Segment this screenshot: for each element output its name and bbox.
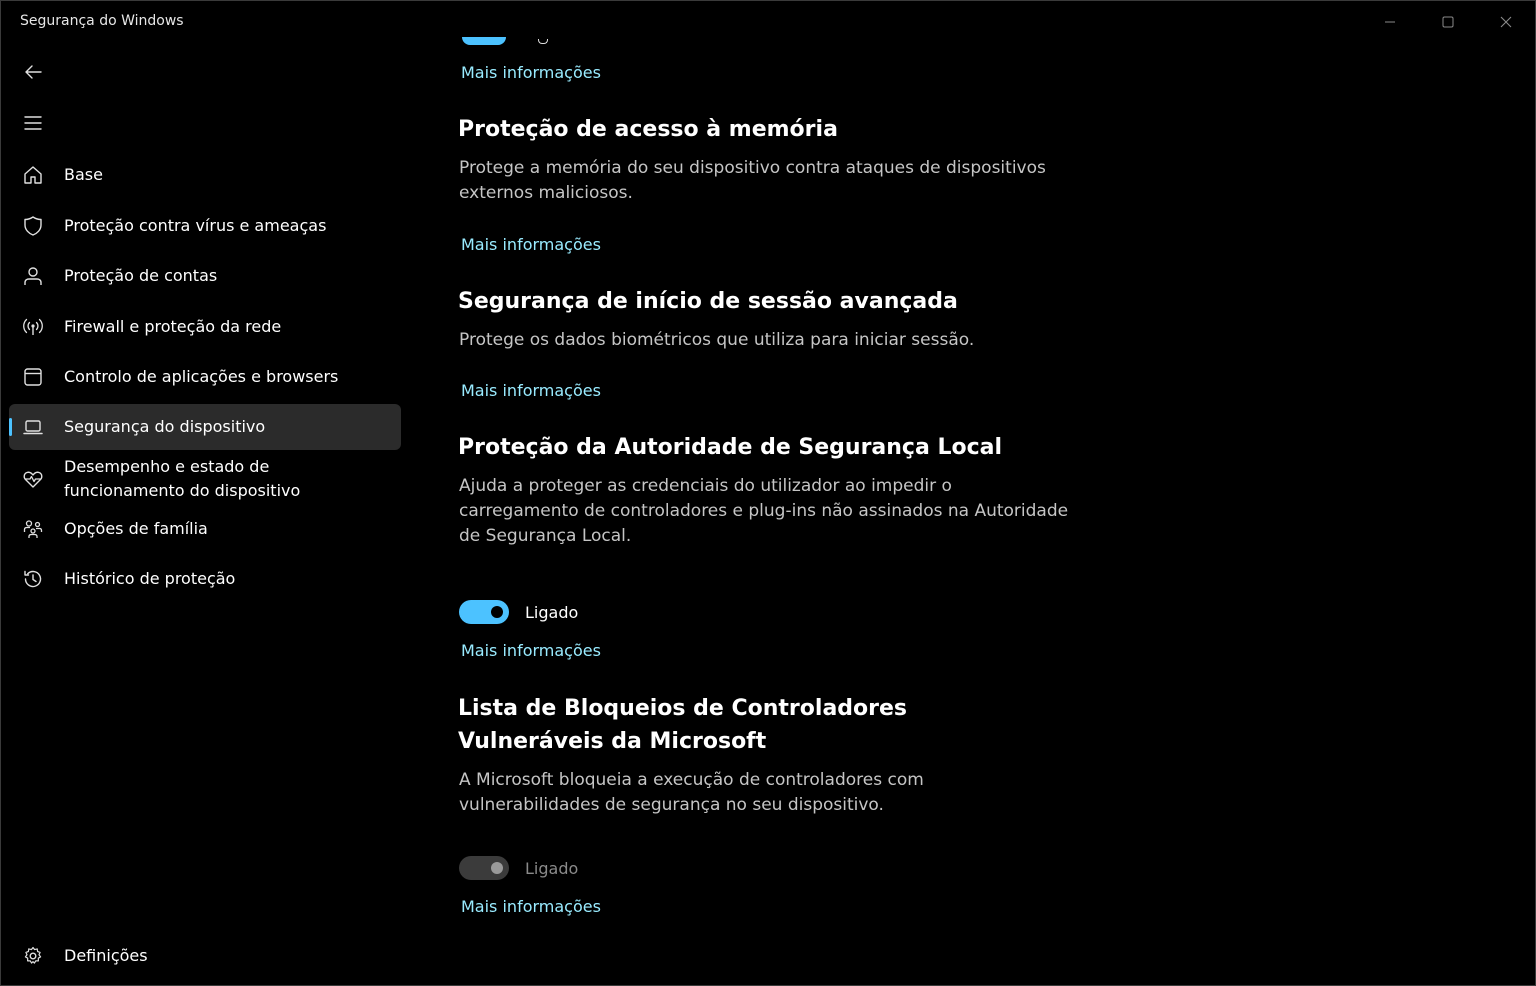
- driver-blocklist-toggle-label: Ligado: [525, 859, 579, 878]
- scrolled-toggle-remnant: [462, 37, 506, 45]
- more-info-link[interactable]: Mais informações: [461, 897, 601, 916]
- main-content: Mais informações Proteção de acesso à me…: [1, 1, 1535, 985]
- lsa-protection-toggle[interactable]: [459, 600, 509, 624]
- lsa-protection-title: Proteção da Autoridade de Segurança Loca…: [458, 435, 1003, 460]
- more-info-link[interactable]: Mais informações: [461, 381, 601, 400]
- toggle-knob: [491, 606, 503, 618]
- advanced-signin-security-title: Segurança de início de sessão avançada: [458, 289, 958, 314]
- more-info-link[interactable]: Mais informações: [461, 235, 601, 254]
- advanced-signin-security-description: Protege os dados biométricos que utiliza…: [459, 330, 975, 350]
- app-window: Segurança do Windows Base Proteção contr: [0, 0, 1536, 986]
- driver-blocklist-toggle[interactable]: [459, 856, 509, 880]
- driver-blocklist-description: A Microsoft bloqueia a execução de contr…: [459, 770, 924, 815]
- lsa-protection-toggle-label: Ligado: [525, 603, 579, 622]
- more-info-link[interactable]: Mais informações: [461, 63, 601, 82]
- toggle-knob: [491, 862, 503, 874]
- lsa-protection-description: Ajuda a proteger as credenciais do utili…: [459, 476, 1069, 546]
- more-info-link[interactable]: Mais informações: [461, 641, 601, 660]
- driver-blocklist-title: Lista de Bloqueios de Controladores Vuln…: [458, 696, 908, 754]
- memory-access-protection-description: Protege a memória do seu dispositivo con…: [459, 158, 1046, 203]
- memory-access-protection-title: Proteção de acesso à memória: [458, 117, 838, 142]
- scrolled-text-remnant: [538, 39, 548, 44]
